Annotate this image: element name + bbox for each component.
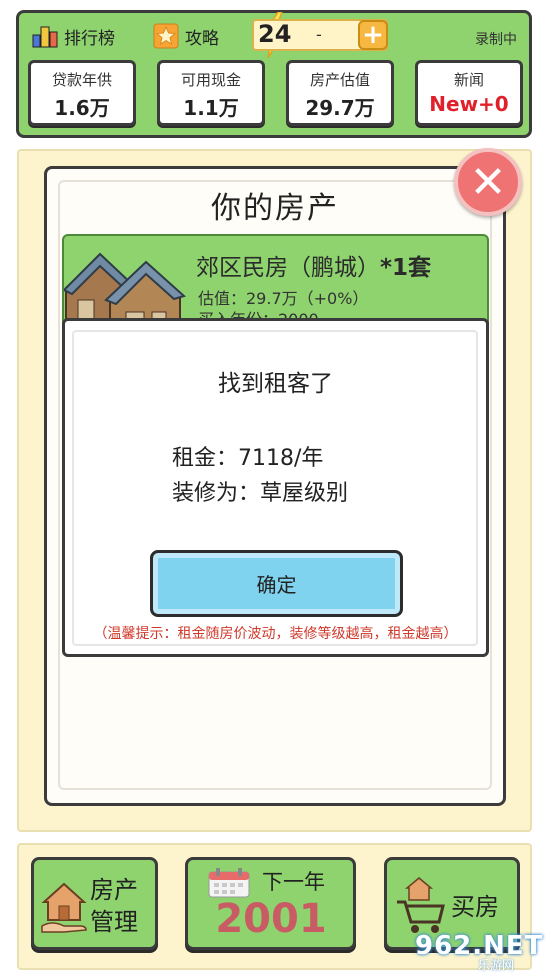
stat-label: 新闻 [453, 71, 484, 89]
stat-card-property-value[interactable]: 房产估值 29.7万 [286, 60, 394, 126]
calendar-icon [208, 868, 250, 898]
ranking-button[interactable]: 排行榜 [32, 23, 115, 49]
confirm-button[interactable]: 确定 [150, 550, 403, 617]
year-value: 2001 [215, 896, 327, 942]
close-icon: ✕ [469, 156, 507, 208]
turn-value: 24 [258, 20, 292, 48]
stat-value: 1.6万 [54, 96, 110, 120]
recording-label: 录制中 [475, 32, 517, 48]
property-name: 郊区民房（鹏城）*1套 [196, 255, 432, 281]
plus-icon: + [362, 20, 384, 50]
guide-label: 攻略 [185, 28, 219, 49]
rent-text: 租金：7118/年 [172, 446, 324, 471]
stat-card-loan[interactable]: 贷款年供 1.6万 [28, 60, 136, 126]
stat-card-news[interactable]: 新闻 New+0 [415, 60, 523, 126]
add-button[interactable]: + [358, 20, 388, 50]
stat-label: 可用现金 [180, 71, 241, 89]
stat-card-cash[interactable]: 可用现金 1.1万 [157, 60, 265, 126]
panel-title: 你的房产 [211, 191, 339, 226]
tip-text: （温馨提示：租金随房价波动，装修等级越高，租金越高） [93, 626, 458, 642]
star-icon [153, 23, 179, 49]
news-count: New+0 [429, 92, 509, 116]
guide-button[interactable]: 攻略 [153, 23, 219, 49]
house-hand-icon [41, 882, 87, 933]
buy-label: 买房 [451, 893, 499, 921]
stat-label: 贷款年供 [51, 71, 112, 89]
ranking-icon [32, 26, 58, 48]
dialog-title: 找到租客了 [218, 371, 333, 397]
manage-label-line1: 房产 [90, 876, 138, 904]
property-count: *1套 [380, 255, 432, 281]
stat-value: 29.7万 [305, 96, 375, 120]
confirm-label: 确定 [256, 573, 297, 597]
stat-label: 房产估值 [309, 71, 370, 89]
shopping-cart-icon [397, 877, 445, 933]
close-button[interactable]: ✕ [454, 148, 522, 216]
next-year-label: 下一年 [262, 870, 325, 894]
decoration-text: 装修为：草屋级别 [172, 481, 349, 506]
stat-value: 1.1万 [183, 96, 239, 120]
watermark-sub: 乐游网 [478, 958, 515, 972]
ranking-label: 排行榜 [64, 28, 115, 49]
property-management-button[interactable]: 房产 管理 [31, 857, 158, 950]
manage-label-line2: 管理 [90, 908, 138, 936]
turn-separator: - [316, 25, 322, 44]
